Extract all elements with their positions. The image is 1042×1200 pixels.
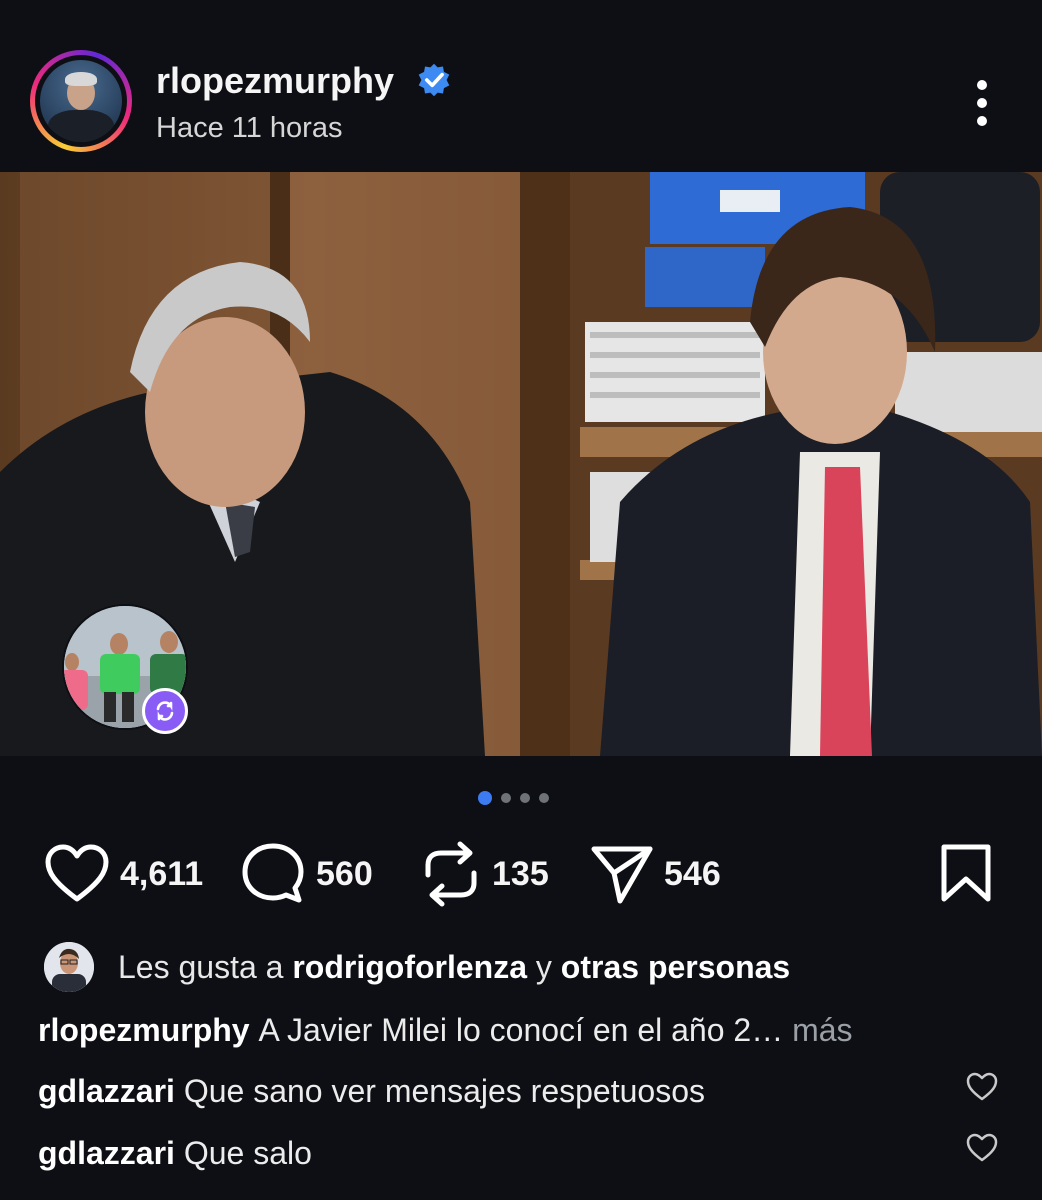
- save-button[interactable]: [938, 838, 994, 910]
- repost-count: 135: [492, 854, 549, 893]
- comment-icon: [242, 843, 304, 903]
- verified-badge-icon: [418, 63, 450, 97]
- repost-badge-icon: [142, 688, 188, 734]
- caption-text: A Javier Milei lo conocí en el año 2…: [258, 1012, 784, 1048]
- liker-avatar[interactable]: [44, 942, 94, 992]
- like-button[interactable]: 4,611: [44, 838, 203, 910]
- comment-like-heart-icon[interactable]: [966, 1072, 998, 1102]
- carousel-indicator: [478, 790, 558, 806]
- author-username[interactable]: rlopezmurphy: [156, 60, 394, 102]
- comment-button[interactable]: 560: [240, 838, 373, 910]
- liked-by-row[interactable]: Les gusta a rodrigoforlenza y otras pers…: [44, 940, 790, 994]
- liked-by-joiner: y: [535, 948, 552, 985]
- bookmark-icon: [941, 844, 991, 902]
- comment-like-heart-icon[interactable]: [966, 1133, 998, 1163]
- liked-by-others[interactable]: otras personas: [561, 949, 790, 986]
- caption-more-link[interactable]: más: [792, 1012, 852, 1048]
- caption-username[interactable]: rlopezmurphy: [38, 1012, 250, 1048]
- heart-icon: [45, 844, 109, 902]
- like-count: 4,611: [120, 854, 204, 893]
- comment-text: Que salo: [183, 1135, 312, 1171]
- liked-by-user[interactable]: rodrigoforlenza: [292, 949, 527, 986]
- post-header: rlopezmurphy Hace 11 horas: [0, 0, 1042, 172]
- comment-count: 560: [316, 854, 373, 893]
- repost-button[interactable]: 135: [420, 838, 549, 910]
- post-caption: rlopezmurphy A Javier Milei lo conocí en…: [38, 1012, 853, 1049]
- share-count: 546: [664, 854, 721, 893]
- share-button[interactable]: 546: [590, 838, 721, 910]
- repost-icon: [425, 841, 477, 907]
- comment-text: Que sano ver mensajes respetuosos: [183, 1073, 705, 1109]
- comment-item: gdlazzari Que salo: [38, 1135, 312, 1172]
- share-icon: [591, 846, 653, 904]
- action-bar: 4,611 560 135 546: [0, 838, 1042, 910]
- carousel-dot-1[interactable]: [478, 791, 492, 805]
- carousel-dot-4[interactable]: [539, 793, 549, 803]
- more-options-icon[interactable]: [966, 80, 1000, 126]
- author-avatar[interactable]: [30, 50, 132, 152]
- carousel-dot-3[interactable]: [520, 793, 530, 803]
- comment-username[interactable]: gdlazzari: [38, 1135, 175, 1171]
- comment-item: gdlazzari Que sano ver mensajes respetuo…: [38, 1073, 705, 1110]
- carousel-dot-2[interactable]: [501, 793, 511, 803]
- comment-username[interactable]: gdlazzari: [38, 1073, 175, 1109]
- liked-by-prefix: Les gusta a: [118, 948, 284, 985]
- post-timestamp: Hace 11 horas: [156, 112, 343, 144]
